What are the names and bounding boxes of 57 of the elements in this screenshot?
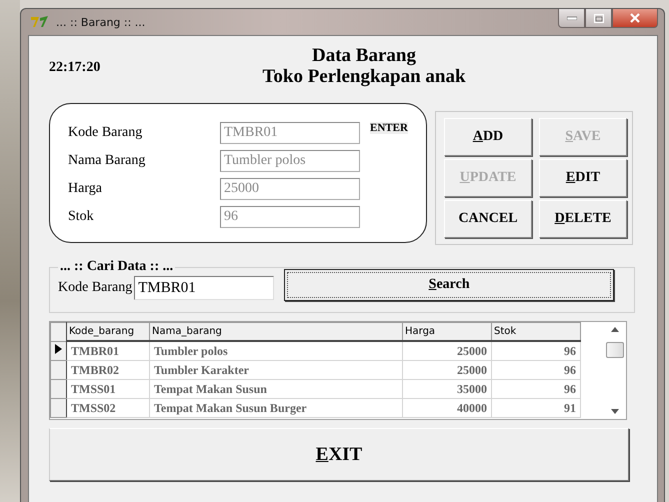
field-label: Stok <box>68 209 95 225</box>
scroll-up-icon <box>611 327 619 332</box>
table-cell: Tempat Makan Susun <box>150 380 402 398</box>
input-field[interactable]: Tumbler polos <box>220 150 360 172</box>
table-cell: TMSS02 <box>66 398 150 418</box>
table-cell: 96 <box>492 380 580 398</box>
table-cell: 96 <box>492 341 580 360</box>
exit-button[interactable]: EXIT <box>49 428 629 481</box>
search-button[interactable]: Search <box>284 269 614 301</box>
heading-text: Toko Perlengkapan anak <box>262 66 466 87</box>
minimize-button[interactable] <box>558 9 585 28</box>
action-button[interactable]: DELETE <box>539 200 627 238</box>
enter-label: ENTER <box>370 122 408 134</box>
input-field[interactable]: 96 <box>220 206 360 228</box>
action-button[interactable]: CANCEL <box>444 200 532 238</box>
field-label: Nama Barang <box>68 153 146 169</box>
current-row-icon <box>54 344 62 354</box>
close-button[interactable] <box>612 9 658 28</box>
field-label: Kode Barang <box>68 125 144 141</box>
app-icon <box>30 15 50 29</box>
column-header[interactable]: Harga <box>402 322 492 341</box>
row-indicator[interactable] <box>50 360 66 380</box>
input-field[interactable]: TMBR01 <box>220 122 360 144</box>
field-label: Harga <box>68 181 103 197</box>
window-title: ... :: Barang :: ... <box>56 16 146 28</box>
table-cell: Tempat Makan Susun Burger <box>150 398 402 418</box>
row-indicator[interactable] <box>50 380 66 398</box>
row-indicator[interactable] <box>50 341 66 360</box>
table-cell: Tumbler polos <box>150 341 402 360</box>
action-button[interactable]: ADD <box>444 118 532 156</box>
group-title: ... :: Cari Data :: ... <box>59 259 174 275</box>
table-cell: Tumbler Karakter <box>150 360 402 380</box>
close-icon <box>629 13 641 23</box>
clock-text: 22:17:20 <box>49 60 102 76</box>
maximize-button[interactable] <box>585 9 612 28</box>
column-header[interactable]: Kode_barang <box>66 322 150 341</box>
row-indicator[interactable] <box>50 398 66 418</box>
table-cell: 35000 <box>402 380 492 398</box>
scroll-thumb[interactable] <box>606 342 624 358</box>
column-header[interactable]: Nama_barang <box>150 322 402 341</box>
heading-text: Data Barang <box>312 45 416 66</box>
table-cell: 25000 <box>402 341 492 360</box>
field-label: Kode Barang <box>58 280 132 296</box>
scroll-down-icon <box>611 409 619 414</box>
table-cell: TMBR02 <box>66 360 150 380</box>
table-cell: 91 <box>492 398 580 418</box>
search-field[interactable]: TMBR01 <box>134 276 274 300</box>
table-cell: 96 <box>492 360 580 380</box>
table-cell: TMBR01 <box>66 341 150 360</box>
table-cell: 40000 <box>402 398 492 418</box>
minimize-icon <box>566 16 576 20</box>
column-header[interactable]: Stok <box>492 322 580 341</box>
action-button[interactable]: EDIT <box>539 159 627 197</box>
table-cell: 25000 <box>402 360 492 380</box>
maximize-icon <box>594 14 604 22</box>
table-cell: TMSS01 <box>66 380 150 398</box>
input-field[interactable]: 25000 <box>220 178 360 200</box>
